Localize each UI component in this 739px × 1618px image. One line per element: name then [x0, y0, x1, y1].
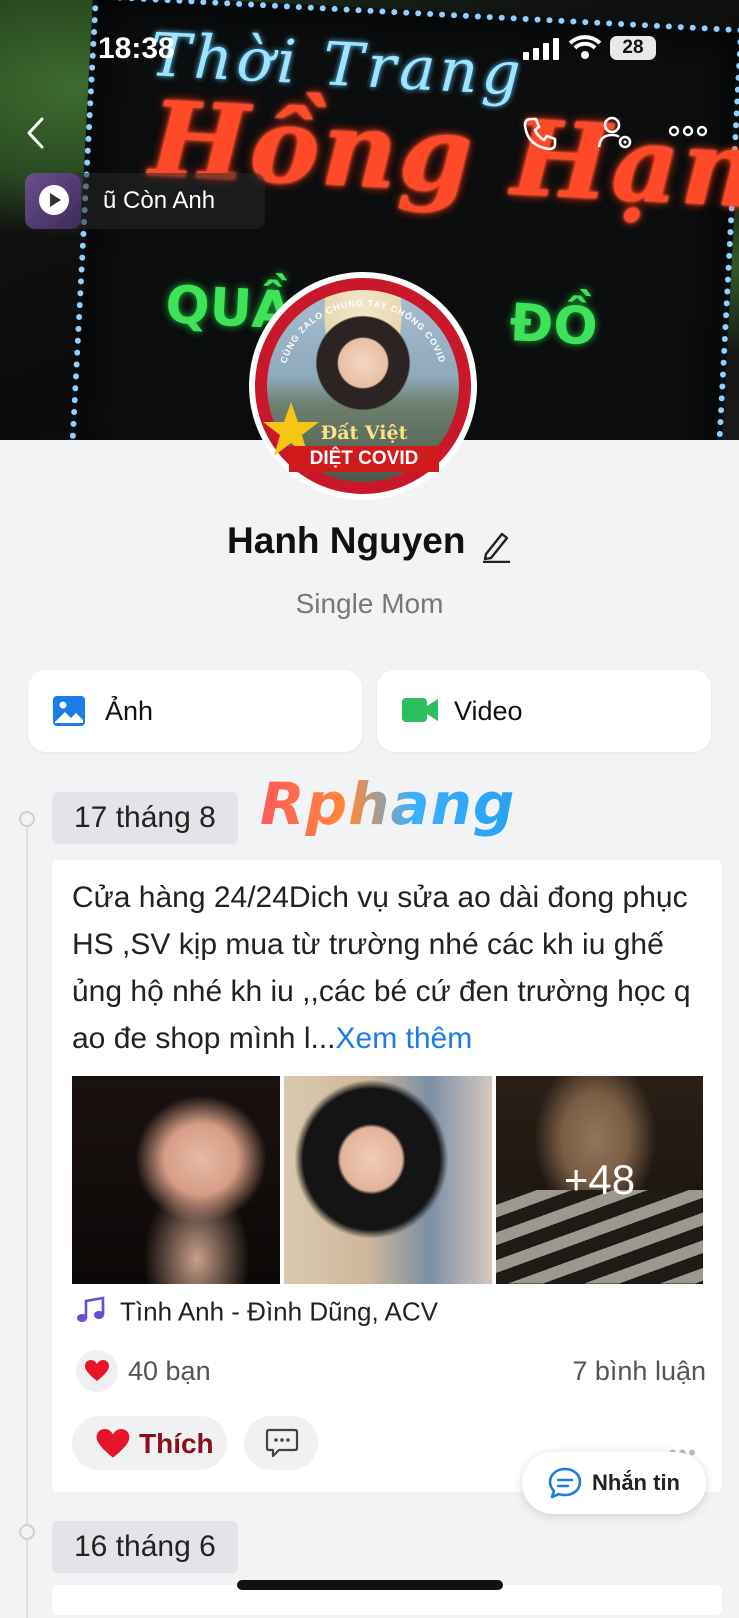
- heart-icon: [96, 1429, 130, 1458]
- post-photo[interactable]: [284, 1076, 492, 1284]
- timeline-date: 17 tháng 8: [52, 792, 238, 844]
- wifi-icon: [568, 34, 602, 65]
- post-song[interactable]: Tình Anh - Đình Dũng, ACV: [76, 1296, 438, 1331]
- heart-reaction-badge: [76, 1350, 118, 1392]
- song-title: Tình Anh - Đình Dũng, ACV: [120, 1296, 438, 1327]
- back-arrow-icon[interactable]: [24, 116, 48, 155]
- frame-line-1: Đất Việt: [320, 422, 408, 444]
- cellular-signal-icon: [523, 38, 561, 65]
- message-button-label: Nhắn tin: [592, 1470, 680, 1495]
- play-icon[interactable]: [39, 185, 69, 215]
- post-photo[interactable]: +48: [496, 1076, 703, 1284]
- see-more-link[interactable]: Xem thêm: [336, 1022, 473, 1055]
- more-photos-count: +48: [496, 1076, 703, 1284]
- likes-count: 40 bạn: [128, 1356, 211, 1386]
- timeline-line: [26, 818, 28, 1618]
- photos-label: Ảnh: [105, 696, 154, 726]
- profile-settings-icon[interactable]: [597, 114, 635, 157]
- comment-bubble-icon: [265, 1428, 299, 1458]
- post-text[interactable]: Cửa hàng 24/24Dich vụ sửa ao dài đong ph…: [72, 874, 712, 1062]
- comments-count[interactable]: 7 bình luận: [572, 1356, 706, 1387]
- music-title: ũ Còn Anh: [103, 187, 216, 214]
- post-photo-grid: +48: [72, 1076, 703, 1284]
- like-button-label: Thích: [139, 1428, 214, 1459]
- timeline-dot: [19, 811, 35, 827]
- profile-name-row: Hanh Nguyen: [0, 520, 739, 568]
- status-time: 18:38: [98, 32, 175, 65]
- avatar[interactable]: CÙNG ZALO CHUNG TAY CHỐNG COVID Đất Việt…: [249, 272, 477, 500]
- edit-pencil-icon[interactable]: [480, 529, 512, 568]
- music-note-icon: [76, 1296, 106, 1331]
- frame-line-2: DIỆT COVID: [289, 446, 439, 472]
- profile-music-chip[interactable]: ũ Còn Anh: [25, 173, 265, 229]
- home-indicator: [237, 1580, 503, 1590]
- watermark-logo: Rphang: [260, 770, 516, 838]
- timeline-post[interactable]: Cửa hàng 24/24Dich vụ sửa ao dài đong ph…: [52, 860, 722, 1492]
- image-icon: [53, 696, 85, 731]
- timeline-date: 16 tháng 6: [52, 1521, 238, 1573]
- message-button[interactable]: Nhắn tin: [522, 1452, 706, 1514]
- photos-button[interactable]: Ảnh: [28, 670, 362, 752]
- timeline-dot: [19, 1524, 35, 1540]
- more-options-icon[interactable]: [668, 124, 708, 143]
- videos-label: Video: [454, 696, 523, 726]
- post-photo[interactable]: [72, 1076, 280, 1284]
- status-bar: 18:38 28: [0, 30, 739, 70]
- heart-icon: [85, 1360, 109, 1381]
- profile-bio: Single Mom: [295, 588, 444, 619]
- svg-text:CÙNG ZALO CHUNG TAY CHỐNG COVI: CÙNG ZALO CHUNG TAY CHỐNG COVID: [278, 298, 447, 365]
- comment-button[interactable]: [244, 1416, 318, 1470]
- battery-indicator: 28: [610, 36, 656, 60]
- like-button[interactable]: Thích: [72, 1416, 227, 1470]
- videos-button[interactable]: Video: [377, 670, 711, 752]
- chat-bubble-icon: [548, 1467, 582, 1499]
- phone-icon[interactable]: [522, 116, 558, 157]
- avatar-frame-banner: Đất Việt DIỆT COVID: [289, 422, 439, 472]
- profile-name: Hanh Nguyen: [227, 520, 466, 561]
- video-camera-icon: [402, 696, 438, 729]
